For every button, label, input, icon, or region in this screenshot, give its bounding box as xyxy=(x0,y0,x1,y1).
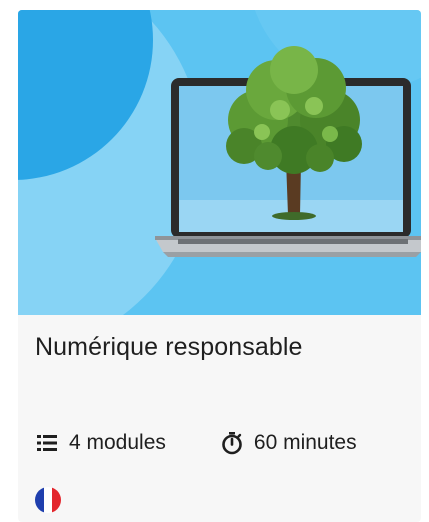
french-flag-icon xyxy=(35,487,61,513)
modules-label: 4 modules xyxy=(69,431,166,454)
stopwatch-icon xyxy=(220,431,244,455)
duration-label: 60 minutes xyxy=(253,431,357,454)
course-title[interactable]: Numérique responsable xyxy=(35,333,303,362)
modules-count: 4 modules xyxy=(35,431,166,455)
course-duration: 60 minutes xyxy=(220,431,357,455)
laptop-with-tree-illustration xyxy=(18,10,421,315)
course-meta: 4 modules 60 minutes xyxy=(35,428,357,458)
course-image xyxy=(18,10,421,315)
list-icon xyxy=(35,431,59,455)
course-card[interactable]: Numérique responsable 4 modules 60 minut… xyxy=(18,10,421,522)
